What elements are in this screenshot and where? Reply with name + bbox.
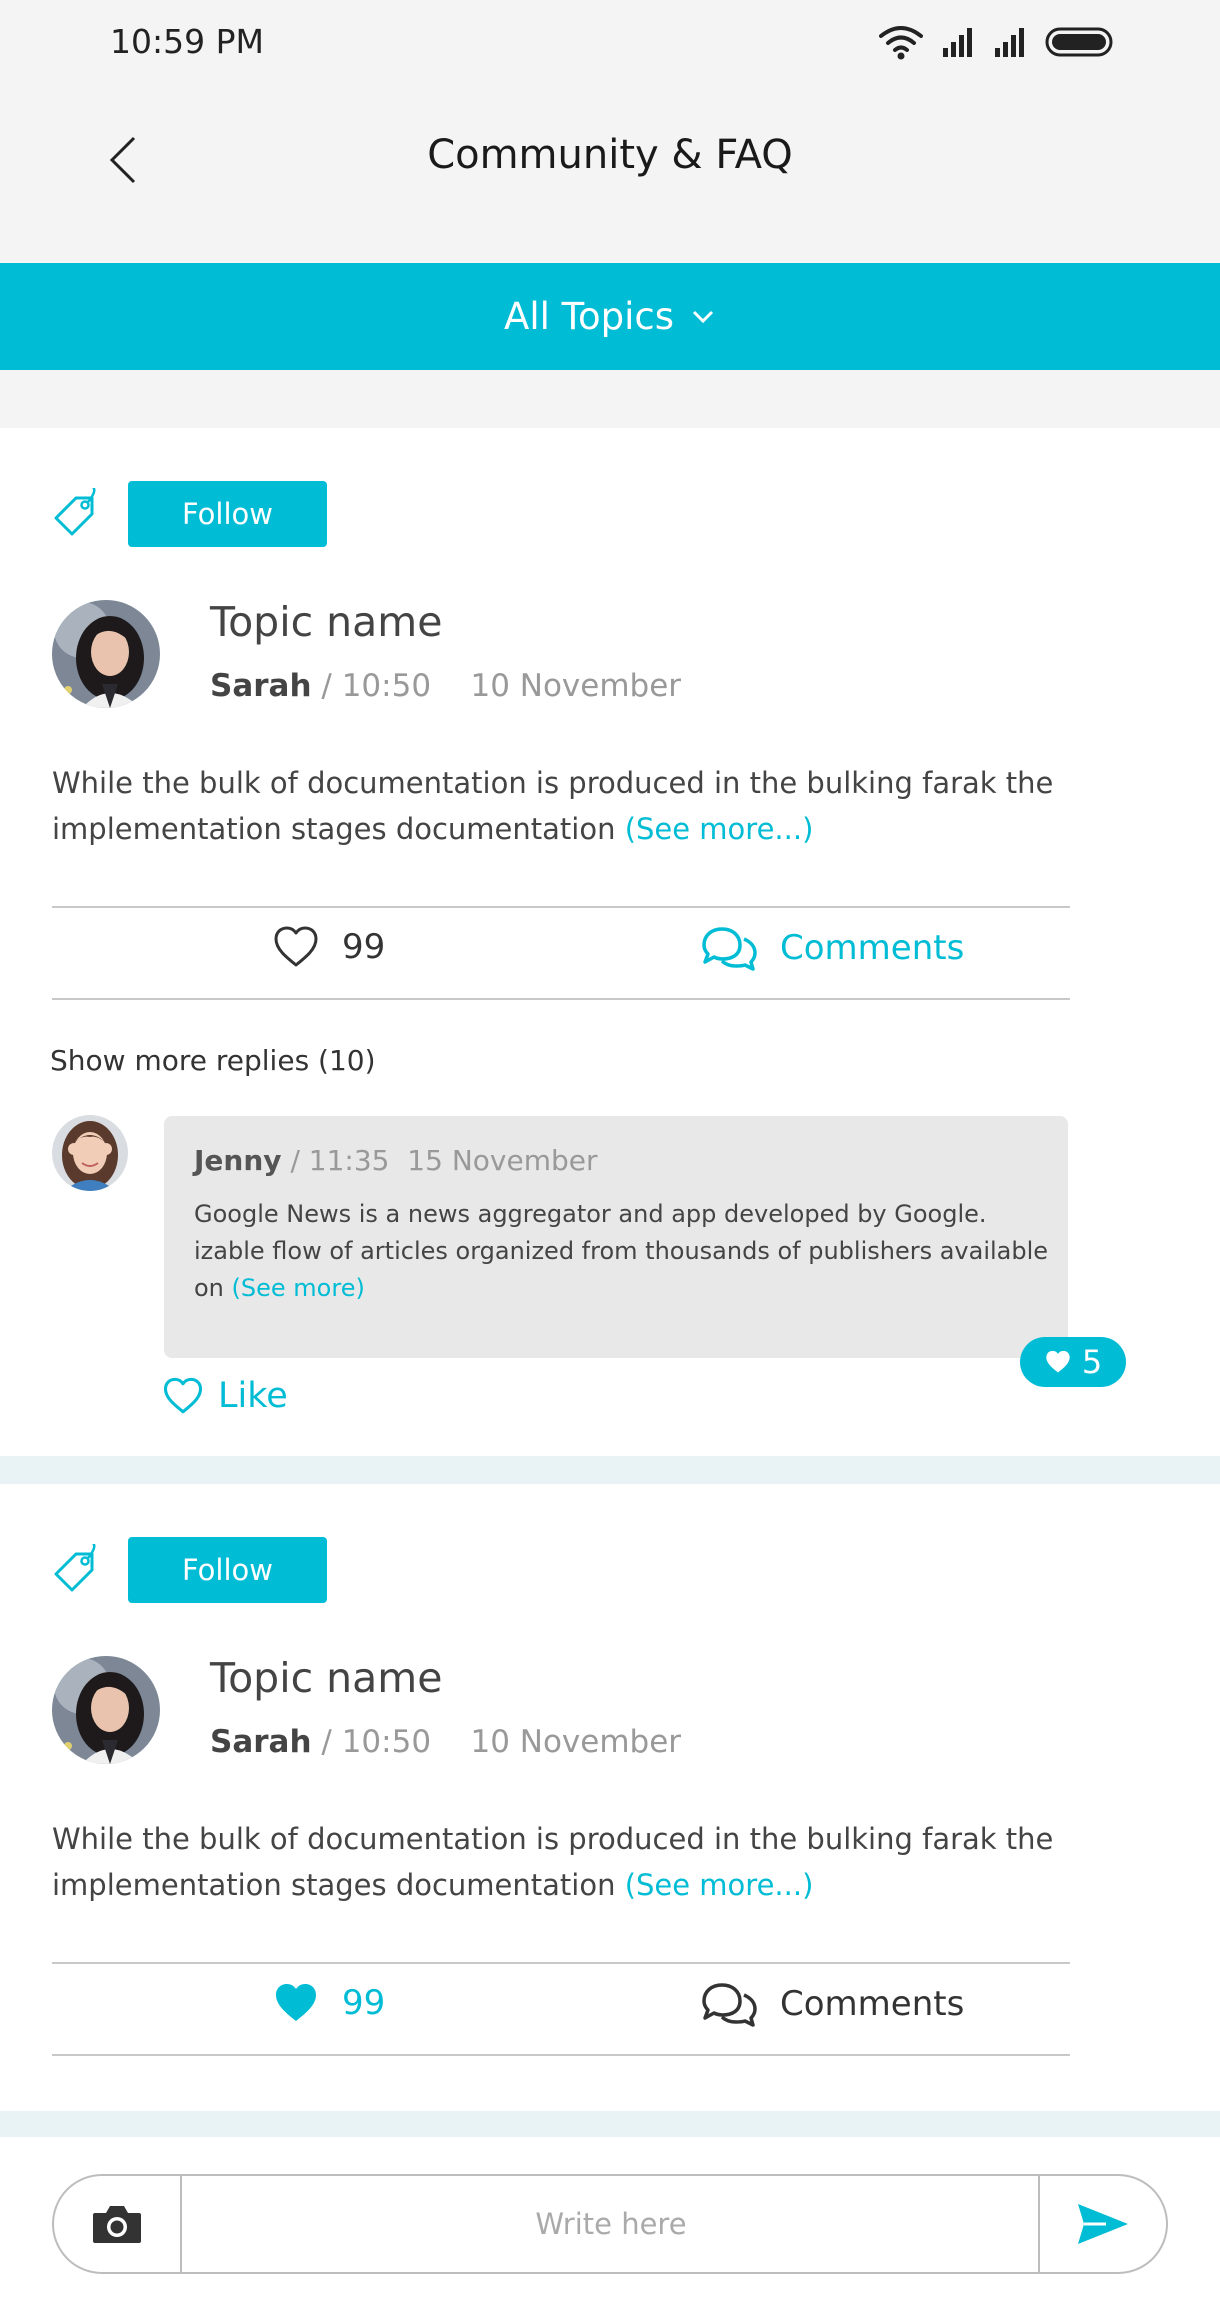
post-meta: Sarah / 10:50 10 November — [210, 1724, 681, 1760]
tag-icon — [54, 488, 96, 536]
heart-filled-icon — [1046, 1350, 1070, 1373]
comments-button[interactable]: Comments — [700, 925, 964, 971]
composer-bar — [0, 2137, 1220, 2314]
post-body-text: While the bulk of documentation is produ… — [52, 766, 1054, 846]
see-more-link[interactable]: (See more...) — [625, 1868, 814, 1902]
topics-dropdown-label: All Topics — [504, 295, 674, 338]
divider — [52, 1962, 1070, 1964]
post-body-text: While the bulk of documentation is produ… — [52, 1822, 1054, 1902]
post-time: 10:50 — [341, 668, 432, 704]
reply-date: 15 November — [407, 1144, 598, 1177]
reply-like-button[interactable]: Like — [162, 1376, 288, 1416]
topic-name: Topic name — [210, 1654, 443, 1702]
signal-icon-2 — [995, 28, 1024, 57]
divider — [52, 906, 1070, 908]
post-time: 10:50 — [341, 1724, 432, 1760]
comments-button[interactable]: Comments — [700, 1981, 964, 2027]
status-bar: 10:59 PM — [0, 0, 1220, 90]
status-time: 10:59 PM — [110, 22, 264, 61]
post-body: While the bulk of documentation is produ… — [52, 760, 1162, 852]
composer-box — [52, 2174, 1168, 2274]
reply-bubble: Jenny / 11:35 15 November Google News is… — [164, 1116, 1068, 1358]
reply-author[interactable]: Jenny — [194, 1144, 282, 1177]
see-more-link[interactable]: (See more...) — [625, 812, 814, 846]
page-title: Community & FAQ — [427, 132, 793, 178]
like-button[interactable]: 99 — [272, 925, 385, 969]
post-body: While the bulk of documentation is produ… — [52, 1816, 1162, 1908]
message-input[interactable] — [184, 2176, 1038, 2272]
like-count: 99 — [342, 1983, 386, 2023]
send-icon — [1078, 2204, 1128, 2244]
heart-outline-icon — [274, 926, 318, 967]
camera-icon — [93, 2206, 141, 2243]
post-card: Follow Topic name Sarah / 10:50 10 Novem… — [0, 1484, 1220, 2111]
reply-meta: Jenny / 11:35 15 November — [194, 1144, 598, 1177]
chat-bubbles-icon — [702, 927, 757, 971]
chevron-down-icon — [692, 310, 714, 323]
show-more-replies-link[interactable]: Show more replies (10) — [50, 1044, 376, 1077]
post-date: 10 November — [470, 1724, 682, 1760]
author-name[interactable]: Sarah — [210, 1724, 312, 1760]
chat-bubbles-icon — [702, 1983, 757, 2027]
post-meta: Sarah / 10:50 10 November — [210, 668, 681, 704]
heart-filled-icon — [276, 1984, 316, 2021]
like-count: 99 — [342, 927, 386, 967]
reply-avatar[interactable] — [52, 1115, 128, 1191]
meta-separator: / — [321, 668, 332, 704]
meta-separator: / — [321, 1724, 332, 1760]
meta-separator: / — [290, 1144, 300, 1177]
post-date: 10 November — [470, 668, 682, 704]
post-card: Follow Topic name Sarah / 10:50 10 Novem… — [0, 428, 1220, 1456]
follow-button[interactable]: Follow — [128, 481, 327, 547]
battery-icon — [1045, 27, 1113, 57]
tag-icon — [54, 1544, 96, 1592]
reply-time: 11:35 — [308, 1144, 390, 1177]
reply-see-more-link[interactable]: (See more) — [232, 1274, 365, 1302]
avatar[interactable] — [52, 1656, 160, 1764]
signal-icon — [943, 28, 972, 57]
camera-button[interactable] — [54, 2176, 182, 2272]
wifi-icon — [879, 26, 923, 60]
like-button[interactable]: 99 — [272, 1981, 385, 2025]
reply-text: Google News is a news aggregator and app… — [194, 1196, 1054, 1307]
separator-band — [0, 2111, 1220, 2137]
reply-like-badge: 5 — [1020, 1337, 1126, 1387]
status-icons — [879, 24, 1115, 60]
avatar[interactable] — [52, 600, 160, 708]
topic-name: Topic name — [210, 598, 443, 646]
separator-band — [0, 1456, 1220, 1484]
reply-like-label: Like — [218, 1376, 288, 1416]
reply-like-count: 5 — [1081, 1343, 1103, 1381]
divider — [52, 2054, 1070, 2056]
author-name[interactable]: Sarah — [210, 668, 312, 704]
comments-label: Comments — [780, 1984, 965, 2024]
send-button[interactable] — [1038, 2176, 1166, 2272]
divider — [52, 998, 1070, 1000]
follow-button[interactable]: Follow — [128, 1537, 327, 1603]
heart-outline-icon — [163, 1377, 203, 1414]
topics-dropdown[interactable]: All Topics — [0, 263, 1220, 370]
comments-label: Comments — [780, 928, 965, 968]
header: Community & FAQ — [0, 90, 1220, 263]
